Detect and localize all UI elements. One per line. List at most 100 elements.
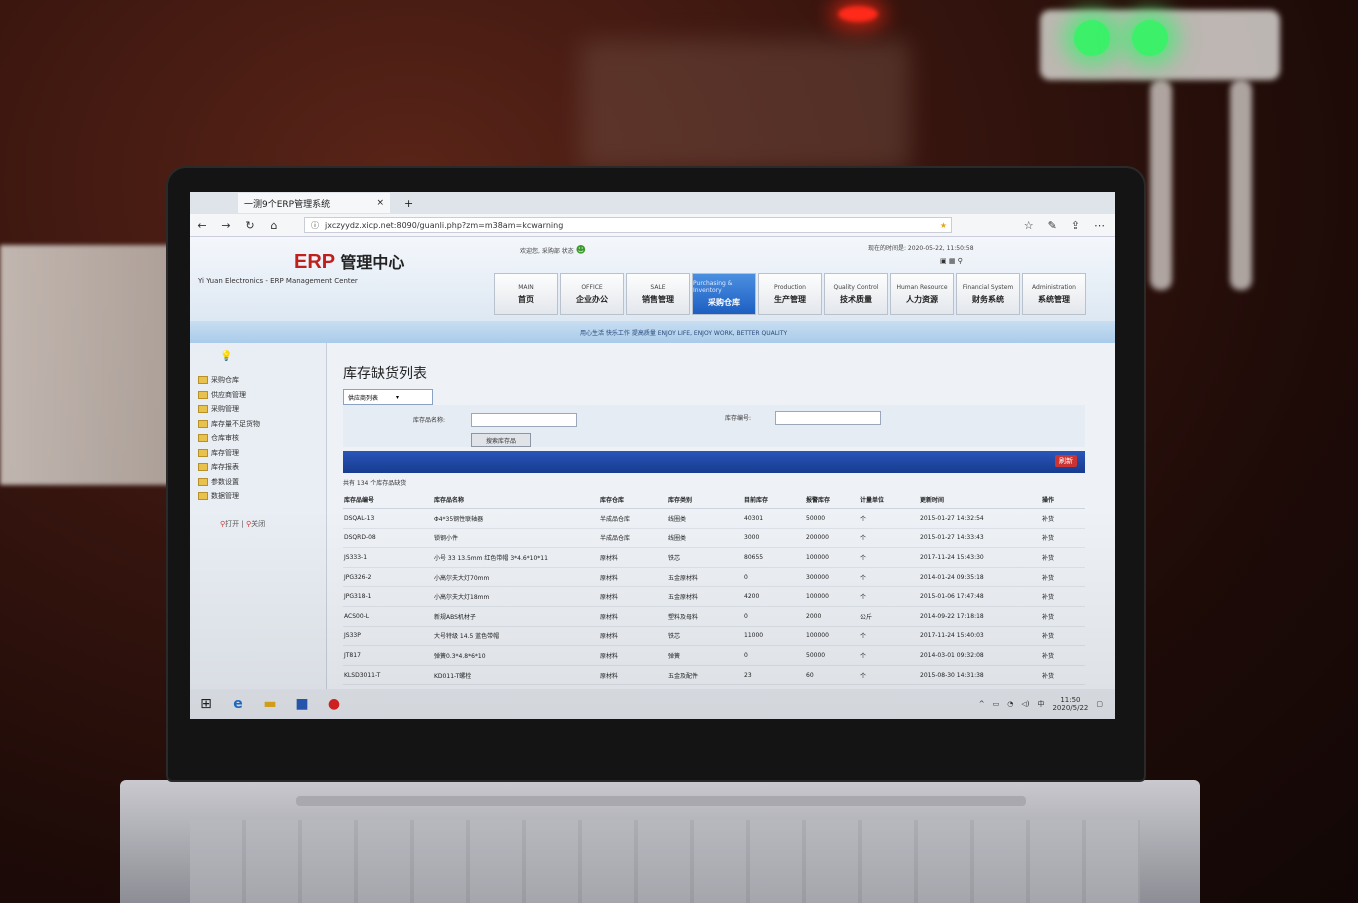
column-header: 计量单位 [859,491,919,509]
table-cell: 60 [805,665,859,686]
tree-item[interactable]: 库存管理 [198,446,260,461]
windows-taskbar: ⊞ e ▬ ■ ● ^ ▭ ◔ ◁) 中 11:50 2020/5/22 ▢ [190,689,1115,719]
tree-item[interactable]: 库存量不足货物 [198,417,260,432]
restock-link[interactable]: 补货 [1041,626,1085,647]
table-cell: 50000 [805,508,859,529]
favorites-icon[interactable]: ☆ [1024,219,1034,232]
erp-header: ERP 管理中心 Yi Yuan Electronics - ERP Manag… [190,237,1115,321]
menu-purchasing[interactable]: Purchasing & Inventory 采购仓库 [692,273,756,315]
shortage-table: 库存品编号 库存品名称 库存仓库 库存类别 目前库存 报警库存 计量单位 更新时… [343,491,1085,686]
tree-root[interactable]: 采购仓库 [198,373,260,388]
refresh-icon[interactable]: ↻ [238,219,262,232]
table-row: ACS00-L 新规ABS机材子 原材料 塑料及母料 0 2000 公斤 2014-09-22… [343,606,1085,627]
current-time: 现在的时间是: 2020-05-22, 11:50:58 [868,245,974,252]
browser-tab[interactable]: 一测9个ERP管理系统 × [238,193,390,213]
pen-icon[interactable]: ✎ [1048,219,1057,232]
menu-office[interactable]: OFFICE 企业办公 [560,273,624,315]
table-cell: 100000 [805,586,859,607]
forward-icon[interactable]: → [214,219,238,232]
user-icon: ☻ [575,245,587,256]
table-row: KLSD3011-T KD011-T螺栓 原材料 五金及配件 23 60 个 2015-08-… [343,665,1085,686]
restock-link[interactable]: 补货 [1041,567,1085,588]
restock-link[interactable]: 补货 [1041,606,1085,627]
main-menu: MAIN 首页 OFFICE 企业办公 SALE 销售管理 Purchasing & … [494,273,1086,315]
menu-main[interactable]: MAIN 首页 [494,273,558,315]
tree-item[interactable]: 供应商管理 [198,388,260,403]
table-cell: 公斤 [859,606,919,627]
start-icon[interactable]: ⊞ [190,689,222,719]
restock-link[interactable]: 补货 [1041,508,1085,529]
table-cell: 原材料 [599,645,667,666]
table-cell: 个 [859,586,919,607]
network-icon[interactable]: ◔ [1007,700,1013,708]
table-cell: 2015-08-30 14:31:38 [919,665,1041,686]
share-icon[interactable]: ⇪ [1071,219,1080,232]
file-explorer-icon[interactable]: ▬ [254,689,286,719]
clock[interactable]: 11:50 2020/5/22 [1052,696,1088,712]
column-header: 库存品编号 [343,491,433,509]
table-cell: 100000 [805,626,859,647]
restock-link[interactable]: 补货 [1041,665,1085,686]
restock-link[interactable]: 补货 [1041,547,1085,568]
menu-admin[interactable]: Administration 系统管理 [1022,273,1086,315]
table-cell: 个 [859,508,919,529]
battery-icon[interactable]: ▭ [993,700,1000,708]
tree-item[interactable]: 采购管理 [198,402,260,417]
menu-hr[interactable]: Human Resource 人力资源 [890,273,954,315]
name-input[interactable] [471,413,577,427]
column-header: 库存类别 [667,491,743,509]
system-tray: ^ ▭ ◔ ◁) 中 11:50 2020/5/22 ▢ [979,696,1115,712]
erp-logo: ERP 管理中心 [294,251,405,273]
tree-item[interactable]: 库存报表 [198,460,260,475]
home-icon[interactable]: ⌂ [262,219,286,232]
open-all-link[interactable]: 打开 [225,520,239,528]
tree-item[interactable]: 数据管理 [198,489,260,504]
new-tab-icon[interactable]: + [404,197,413,210]
ime-indicator[interactable]: 中 [1037,699,1044,709]
table-cell: 小高尔夫大灯70mm [433,567,599,588]
refresh-button[interactable]: 刷新 [1055,455,1077,467]
table-cell: 个 [859,567,919,588]
notification-icon[interactable]: ▢ [1096,700,1103,708]
table-cell: 50000 [805,645,859,666]
column-header: 库存品名称 [433,491,599,509]
more-icon[interactable]: ⋯ [1094,219,1105,232]
table-row: JS33P 大号特级 14.5 蓝色带帽 原材料 铁芯 11000 100000 个 2017… [343,626,1085,647]
address-bar[interactable]: ⓘ jxczyydz.xicp.net:8090/guanli.php?zm=m… [304,217,952,233]
table-row: JPG326-2 小高尔夫大灯70mm 原材料 五金原材料 0 300000 个 2014-0… [343,567,1085,588]
menu-quality[interactable]: Quality Control 技术质量 [824,273,888,315]
header-icons: ▣ ▦ ⚲ [940,257,963,265]
edge-icon[interactable]: e [222,689,254,719]
restock-link[interactable]: 补货 [1041,528,1085,549]
table-cell: Φ4*35钢性联轴器 [433,508,599,529]
menu-production[interactable]: Production 生产管理 [758,273,822,315]
folder-icon [198,492,208,501]
table-cell: ACS00-L [343,606,433,627]
back-icon[interactable]: ← [190,219,214,232]
menu-finance[interactable]: Financial System 财务系统 [956,273,1020,315]
code-input[interactable] [775,411,881,425]
restock-link[interactable]: 补货 [1041,586,1085,607]
search-panel: 库存品名称: 库存编号: 搜索库存品 [343,405,1085,447]
close-icon[interactable]: × [376,198,384,208]
table-cell: 半成品仓库 [599,528,667,549]
table-cell: 个 [859,665,919,686]
menu-sale[interactable]: SALE 销售管理 [626,273,690,315]
app-red-icon[interactable]: ● [318,689,350,719]
table-cell: 大号特级 14.5 蓝色带帽 [433,626,599,647]
table-cell: 小号 33 13.5mm 红色带帽 3*4.6*10*11 [433,547,599,568]
tree-item[interactable]: 仓库审核 [198,431,260,446]
list-dropdown[interactable]: 供应商列表 ▾ [343,389,433,405]
restock-link[interactable]: 补货 [1041,645,1085,666]
favorite-star-icon[interactable]: ★ [940,221,951,230]
app-icon[interactable]: ■ [286,689,318,719]
tree-item[interactable]: 参数设置 [198,475,260,490]
close-all-link[interactable]: 关闭 [251,520,265,528]
browser-tab-bar: 一测9个ERP管理系统 × + [190,192,1115,214]
main-content: 库存缺货列表 供应商列表 ▾ 库存品名称: 库存编号: 搜索库存品 刷新 共有 1… [327,343,1115,699]
table-row: JPG318-1 小高尔夫大灯18mm 原材料 五金原材料 4200 100000 个 201… [343,586,1085,607]
search-button[interactable]: 搜索库存品 [471,433,531,447]
chevron-up-icon[interactable]: ^ [979,700,985,708]
table-cell: 2014-09-22 17:18:18 [919,606,1041,627]
volume-icon[interactable]: ◁) [1021,700,1029,708]
